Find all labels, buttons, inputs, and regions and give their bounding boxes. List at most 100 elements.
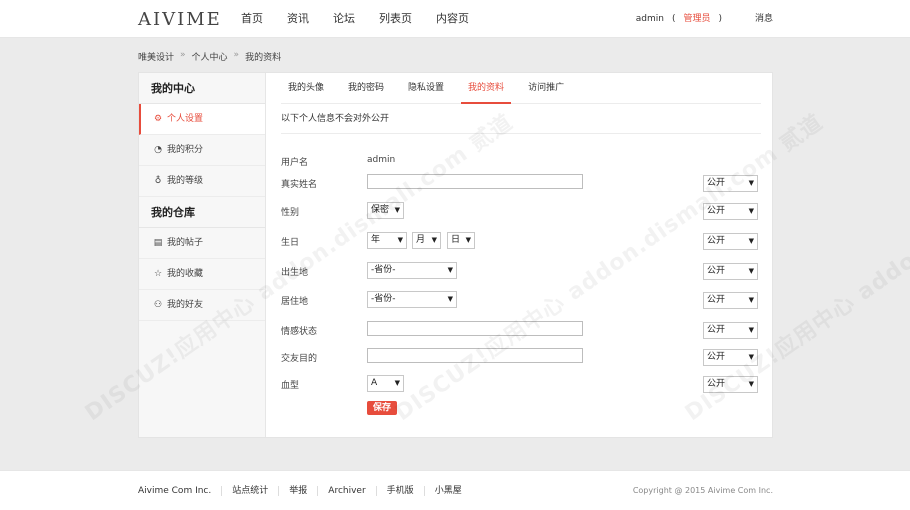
profile-content: 我的头像 我的密码 隐私设置 我的资料 访问推广 以下个人信息不会对外公开 用户… [267,73,772,437]
footer-links: Aivime Com Inc. 站点统计 举报 Archiver 手机版 小黑屋 [138,471,472,496]
row-blood: 血型 A ▼ 公开 ▼ [281,374,761,396]
footer-link-archiver[interactable]: Archiver [317,486,375,496]
sidebar-item-favorites[interactable]: ☆ 我的收藏 [139,259,265,290]
purpose-input[interactable] [367,348,583,363]
sidebar-item-label: 我的积分 [167,144,204,155]
messages-link[interactable]: 消息 [755,0,773,38]
main-nav: 首页 资讯 论坛 列表页 内容页 [241,0,493,38]
nav-list[interactable]: 列表页 [379,0,412,38]
sidebar-item-level[interactable]: ♁ 我的等级 [139,166,265,197]
chevron-down-icon: ▼ [748,326,754,334]
gender-select[interactable]: 保密 ▼ [367,202,404,219]
chevron-down-icon: ▼ [748,353,754,361]
row-emotion: 情感状态 公开 ▼ [281,320,761,342]
breadcrumb-center[interactable]: 个人中心 [192,50,228,63]
row-birthplace: 出生地 -省份- ▼ 公开 ▼ [281,261,761,283]
birth-year-select[interactable]: 年 ▼ [367,232,407,249]
tab-privacy[interactable]: 隐私设置 [401,73,451,103]
sidebar-item-settings[interactable]: ⚙ 个人设置 [139,104,265,135]
blood-privacy-select[interactable]: 公开 ▼ [703,376,758,393]
role-close: ) [718,14,722,24]
birth-month-select[interactable]: 月 ▼ [412,232,441,249]
chevron-down-icon: ▼ [748,267,754,275]
footer-link-company[interactable]: Aivime Com Inc. [138,486,221,496]
site-logo[interactable]: AIVIME [138,9,222,30]
nav-news[interactable]: 资讯 [287,0,309,38]
chevron-down-icon: ▼ [394,206,400,214]
chevron-down-icon: ▼ [397,236,403,244]
trophy-icon: ♁ [154,176,162,186]
breadcrumb-home[interactable]: 唯美设计 [138,50,174,63]
row-username: 用户名 admin [281,151,761,173]
chevron-down-icon: ▼ [748,179,754,187]
row-birthday: 生日 年 ▼ 月 ▼ 日 ▼ 公开 ▼ [281,231,761,253]
sidebar-item-label: 我的等级 [167,175,204,186]
user-info: admin ( 管理员 ) [636,0,722,38]
birth-day-select[interactable]: 日 ▼ [447,232,475,249]
save-button[interactable]: 保存 [367,401,397,415]
blood-select[interactable]: A ▼ [367,375,404,392]
chevron-down-icon: ▼ [431,236,437,244]
row-residence: 居住地 -省份- ▼ 公开 ▼ [281,290,761,312]
purpose-label: 交友目的 [281,354,318,364]
profile-card: 我的中心 ⚙ 个人设置 ◔ 我的积分 ♁ 我的等级 我的仓库 ▤ 我的帖子 ☆ … [138,72,773,438]
sidebar-item-label: 我的帖子 [167,237,204,248]
sidebar-item-friends[interactable]: ⚇ 我的好友 [139,290,265,321]
copyright: Copyright @ 2015 Aivime Com Inc. [632,486,773,495]
privacy-notice: 以下个人信息不会对外公开 [281,105,761,134]
chevron-down-icon: ▼ [394,379,400,387]
purpose-privacy-select[interactable]: 公开 ▼ [703,349,758,366]
chevron-down-icon: ▼ [748,380,754,388]
top-header: AIVIME 首页 资讯 论坛 列表页 内容页 admin ( 管理员 ) 消息 [0,0,910,38]
friends-icon: ⚇ [153,300,163,310]
nav-content[interactable]: 内容页 [436,0,469,38]
gender-label: 性别 [281,208,300,218]
sidebar-item-posts[interactable]: ▤ 我的帖子 [139,228,265,259]
realname-privacy-select[interactable]: 公开 ▼ [703,175,758,192]
role-link[interactable]: 管理员 [683,0,710,38]
profile-tabs: 我的头像 我的密码 隐私设置 我的资料 访问推广 [281,73,761,104]
tab-profile[interactable]: 我的资料 [461,73,512,104]
tab-promotion[interactable]: 访问推广 [521,73,571,103]
birthday-label: 生日 [281,238,300,248]
sidebar-section-center: 我的中心 [139,73,265,104]
breadcrumb-current: 我的资料 [245,53,282,63]
footer-link-mobile[interactable]: 手机版 [375,486,424,496]
breadcrumb: 唯美设计 » 个人中心 » 我的资料 [138,50,281,63]
emotion-input[interactable] [367,321,583,336]
emotion-label: 情感状态 [281,327,318,337]
row-purpose: 交友目的 公开 ▼ [281,347,761,369]
nav-home[interactable]: 首页 [241,0,263,38]
breadcrumb-sep: » [233,50,240,60]
footer-link-stats[interactable]: 站点统计 [221,486,278,496]
birthplace-privacy-select[interactable]: 公开 ▼ [703,263,758,280]
gender-privacy-select[interactable]: 公开 ▼ [703,203,758,220]
residence-label: 居住地 [281,297,309,307]
tab-avatar[interactable]: 我的头像 [281,73,331,103]
footer-link-blackroom[interactable]: 小黑屋 [423,486,472,496]
sidebar-item-label: 我的收藏 [167,268,204,279]
chevron-down-icon: ▼ [748,207,754,215]
birthplace-province-select[interactable]: -省份- ▼ [367,262,457,279]
username-label: 用户名 [281,158,309,168]
sidebar-item-label: 我的好友 [167,299,204,310]
document-icon: ▤ [153,238,163,248]
tab-password[interactable]: 我的密码 [341,73,391,103]
nav-forum[interactable]: 论坛 [333,0,355,38]
chevron-down-icon: ▼ [748,296,754,304]
footer-link-report[interactable]: 举报 [278,486,317,496]
residence-province-select[interactable]: -省份- ▼ [367,291,457,308]
breadcrumb-sep: » [180,50,186,60]
sidebar-item-points[interactable]: ◔ 我的积分 [139,135,265,166]
birthplace-label: 出生地 [281,268,309,278]
footer: Aivime Com Inc. 站点统计 举报 Archiver 手机版 小黑屋… [0,470,910,510]
sidebar-item-label: 个人设置 [167,113,204,124]
sidebar: 我的中心 ⚙ 个人设置 ◔ 我的积分 ♁ 我的等级 我的仓库 ▤ 我的帖子 ☆ … [139,73,266,437]
birthday-privacy-select[interactable]: 公开 ▼ [703,233,758,250]
realname-input[interactable] [367,174,583,189]
emotion-privacy-select[interactable]: 公开 ▼ [703,322,758,339]
username-link[interactable]: admin [636,0,664,38]
star-icon: ☆ [153,269,163,279]
chevron-down-icon: ▼ [748,237,754,245]
residence-privacy-select[interactable]: 公开 ▼ [703,292,758,309]
